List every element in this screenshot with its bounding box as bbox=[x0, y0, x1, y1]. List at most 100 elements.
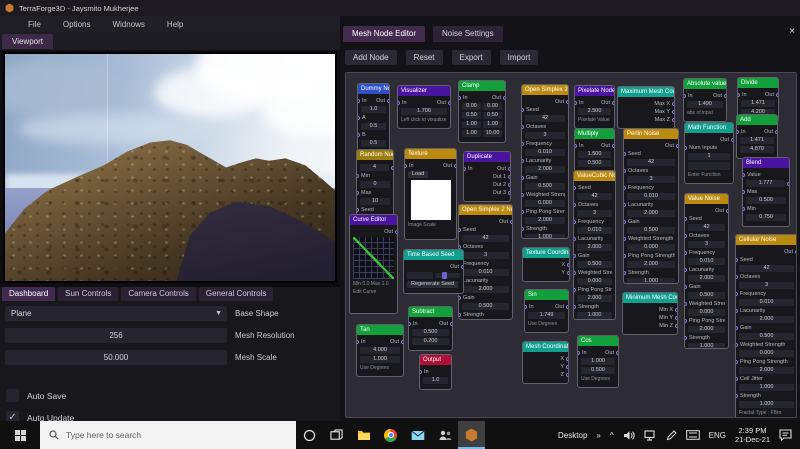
input-pin[interactable] bbox=[624, 152, 626, 156]
output-pin[interactable] bbox=[508, 167, 510, 171]
node-header[interactable]: Cos bbox=[578, 336, 618, 346]
value-box[interactable]: 0.000 bbox=[739, 350, 794, 357]
value-box[interactable]: 1.749 bbox=[528, 312, 565, 319]
input-pin[interactable] bbox=[358, 133, 360, 137]
value-box[interactable]: 42 bbox=[525, 115, 565, 122]
node-header[interactable]: Time Based Seed bbox=[404, 250, 463, 260]
output-pin[interactable] bbox=[795, 250, 796, 254]
input-pin[interactable] bbox=[357, 340, 359, 344]
base-shape-dropdown[interactable]: Plane ▼ bbox=[5, 306, 227, 321]
input-pin[interactable] bbox=[743, 190, 745, 194]
input-pin[interactable] bbox=[685, 319, 687, 323]
tab-dashboard[interactable]: Dashboard bbox=[2, 287, 56, 301]
tab-mesh-node-editor[interactable]: Mesh Node Editor bbox=[343, 26, 426, 42]
input-pin[interactable] bbox=[736, 258, 738, 262]
output-pin[interactable] bbox=[508, 175, 510, 179]
node-mesh-coordinates[interactable]: Mesh CoordinatesXYZ bbox=[522, 341, 569, 384]
value-box[interactable]: 1 bbox=[688, 153, 730, 160]
input-pin[interactable] bbox=[522, 125, 524, 129]
input-pin[interactable] bbox=[736, 292, 738, 296]
output-pin[interactable] bbox=[448, 101, 450, 105]
value-box[interactable]: 2.000 bbox=[627, 210, 675, 217]
value-box[interactable]: 0.000 bbox=[577, 278, 612, 285]
input-pin[interactable] bbox=[574, 254, 576, 258]
value-box[interactable]: 0.000 bbox=[627, 244, 675, 251]
value-box[interactable]: 0.500 bbox=[462, 303, 509, 310]
output-pin[interactable] bbox=[675, 324, 677, 328]
node-header[interactable]: Dummy Node bbox=[358, 84, 389, 94]
value-box[interactable]: 1.000 bbox=[627, 278, 675, 283]
tab-camera-controls[interactable]: Camera Controls bbox=[121, 287, 196, 301]
node-header[interactable]: Math Function bbox=[685, 123, 733, 133]
value-box[interactable]: 2.000 bbox=[577, 295, 612, 302]
input-pin[interactable] bbox=[522, 159, 524, 163]
menu-help[interactable]: Help bbox=[167, 20, 183, 29]
input-pin[interactable] bbox=[624, 220, 626, 224]
value-box[interactable]: 0.50 bbox=[483, 112, 502, 119]
node-header[interactable]: Blend bbox=[743, 158, 789, 168]
node-header[interactable]: Mesh Coordinates bbox=[523, 342, 568, 352]
input-pin[interactable] bbox=[574, 271, 576, 275]
value-box[interactable]: 1.000 bbox=[739, 401, 794, 408]
node-header[interactable]: Subtract bbox=[409, 307, 452, 317]
value-box[interactable]: 1.000 bbox=[360, 356, 400, 363]
value-box[interactable]: 0.200 bbox=[412, 338, 449, 345]
output-pin[interactable] bbox=[612, 101, 614, 105]
file-explorer-icon[interactable] bbox=[350, 421, 377, 449]
value-box[interactable]: 0.000 bbox=[688, 309, 725, 316]
node-header[interactable]: Multiply bbox=[575, 129, 614, 139]
node-header[interactable]: Pixelate Node bbox=[575, 86, 614, 96]
node-tan[interactable]: Tan In Out 4.000 1.000 Use Degrees bbox=[356, 324, 404, 377]
output-pin[interactable] bbox=[672, 118, 674, 122]
value-box[interactable]: 0.500 bbox=[581, 367, 615, 374]
value-box[interactable]: 1.490 bbox=[687, 101, 723, 108]
menu-file[interactable]: File bbox=[28, 20, 41, 29]
value-box[interactable]: 1.000 bbox=[739, 384, 794, 391]
tab-noise-settings[interactable]: Noise Settings bbox=[433, 26, 503, 42]
value-box[interactable]: 0.750 bbox=[746, 214, 786, 221]
input-pin[interactable] bbox=[522, 210, 524, 214]
action-center-icon[interactable] bbox=[779, 429, 792, 441]
node-header[interactable]: Minimum Mesh Coordinates bbox=[623, 293, 677, 303]
value-box[interactable]: 2.000 bbox=[688, 275, 725, 282]
value-box[interactable]: 0.010 bbox=[688, 258, 725, 265]
output-pin[interactable] bbox=[391, 165, 393, 170]
input-pin[interactable] bbox=[409, 322, 411, 326]
menu-windows[interactable]: Widnows bbox=[112, 20, 144, 29]
input-pin[interactable] bbox=[685, 336, 687, 340]
input-pin[interactable] bbox=[459, 228, 461, 232]
node-texture[interactable]: Texture In Out Load Image Scale bbox=[404, 148, 457, 240]
input-pin[interactable] bbox=[684, 94, 686, 98]
value-box[interactable]: 1.00 bbox=[462, 130, 481, 137]
input-pin[interactable] bbox=[624, 254, 626, 258]
output-pin[interactable] bbox=[567, 263, 569, 267]
input-pin[interactable] bbox=[522, 227, 524, 231]
output-pin[interactable] bbox=[510, 220, 512, 224]
input-pin[interactable] bbox=[574, 186, 576, 190]
node-math-function[interactable]: Math Function Out Num Inputs 1 Enter Functio… bbox=[684, 122, 734, 184]
node-header[interactable]: Output bbox=[420, 355, 451, 365]
input-pin[interactable] bbox=[522, 108, 524, 112]
node-header[interactable]: Random Number bbox=[357, 150, 393, 160]
cortana-icon[interactable] bbox=[296, 421, 323, 449]
output-pin[interactable] bbox=[612, 144, 614, 148]
value-box[interactable]: 3 bbox=[739, 282, 794, 289]
output-pin[interactable] bbox=[401, 340, 403, 344]
node-header[interactable]: Cellular Noise bbox=[736, 235, 796, 245]
node-absolute-value[interactable]: Absolute value In Out 1.490 abs of input bbox=[683, 78, 727, 122]
node-button[interactable]: Regenerate Seed bbox=[407, 281, 459, 288]
value-box[interactable]: 42 bbox=[739, 265, 794, 272]
output-pin[interactable] bbox=[566, 305, 568, 309]
node-canvas[interactable]: Dummy NodeInOut1.0A0.5B0.5C1.0Visualizer… bbox=[345, 72, 797, 418]
input-pin[interactable] bbox=[685, 146, 687, 150]
input-pin[interactable] bbox=[358, 116, 360, 120]
node-header[interactable]: Add bbox=[737, 115, 777, 125]
mail-icon[interactable] bbox=[404, 421, 431, 449]
value-box[interactable]: 0.00 bbox=[462, 103, 481, 110]
node-header[interactable]: Duplicate bbox=[464, 152, 510, 162]
output-pin[interactable] bbox=[776, 93, 778, 97]
output-pin[interactable] bbox=[461, 265, 463, 269]
input-pin[interactable] bbox=[420, 370, 422, 374]
start-button[interactable] bbox=[0, 421, 40, 449]
value-box[interactable]: 4.870 bbox=[740, 146, 774, 153]
